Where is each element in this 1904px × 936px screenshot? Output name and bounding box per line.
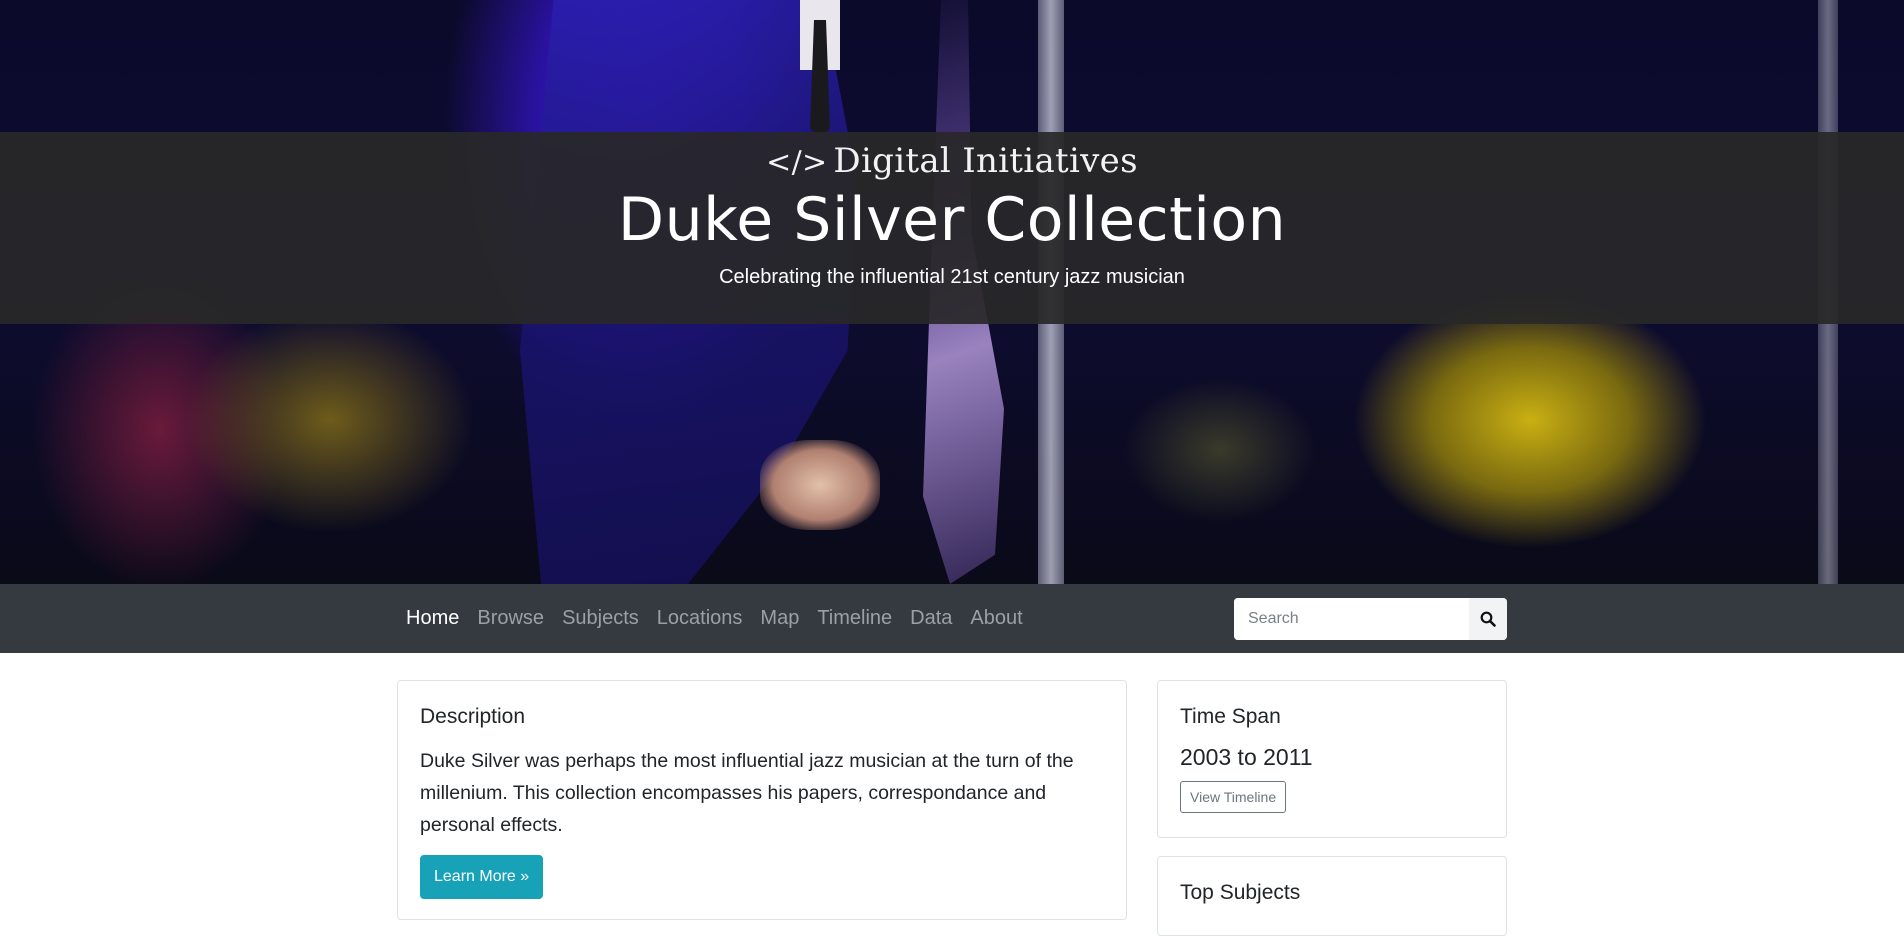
- tagline: Celebrating the influential 21st century…: [719, 266, 1185, 288]
- search-button[interactable]: [1469, 598, 1507, 640]
- description-card: Description Duke Silver was perhaps the …: [397, 680, 1127, 920]
- top-subjects-heading: Top Subjects: [1180, 881, 1301, 904]
- hero-banner: </> Digital Initiatives Duke Silver Colle…: [0, 0, 1904, 584]
- nav-item-map[interactable]: Map: [751, 584, 808, 653]
- description-text: Duke Silver was perhaps the most influen…: [420, 750, 1074, 836]
- nav-item-data[interactable]: Data: [901, 584, 961, 653]
- search-input[interactable]: [1234, 598, 1469, 640]
- main-navbar: Home Browse Subjects Locations Map Timel…: [0, 584, 1904, 653]
- nav-item-timeline[interactable]: Timeline: [808, 584, 901, 653]
- hero-title-band: </> Digital Initiatives Duke Silver Colle…: [0, 132, 1904, 324]
- timespan-card: Time Span 2003 to 2011 View Timeline: [1157, 680, 1507, 838]
- nav-item-locations[interactable]: Locations: [648, 584, 752, 653]
- hero-photo-hand: [760, 440, 880, 530]
- brand-logo[interactable]: </> Digital Initiatives: [0, 138, 1904, 184]
- page-title: Duke Silver Collection: [617, 185, 1287, 255]
- timespan-value: 2003 to 2011: [1180, 744, 1313, 770]
- search-form: [1234, 598, 1507, 640]
- nav-item-home[interactable]: Home: [397, 584, 468, 653]
- nav-links: Home Browse Subjects Locations Map Timel…: [397, 584, 1032, 653]
- view-timeline-button[interactable]: View Timeline: [1180, 781, 1287, 813]
- learn-more-button[interactable]: Learn More »: [420, 855, 544, 899]
- nav-item-about[interactable]: About: [961, 584, 1031, 653]
- brand-name: Digital Initiatives: [833, 141, 1138, 181]
- code-icon: </>: [766, 145, 828, 180]
- description-heading: Description: [420, 705, 526, 728]
- search-icon: [1480, 611, 1496, 627]
- top-subjects-card: Top Subjects: [1157, 856, 1507, 936]
- timespan-heading: Time Span: [1180, 705, 1281, 728]
- nav-item-subjects[interactable]: Subjects: [553, 584, 648, 653]
- nav-item-browse[interactable]: Browse: [468, 584, 553, 653]
